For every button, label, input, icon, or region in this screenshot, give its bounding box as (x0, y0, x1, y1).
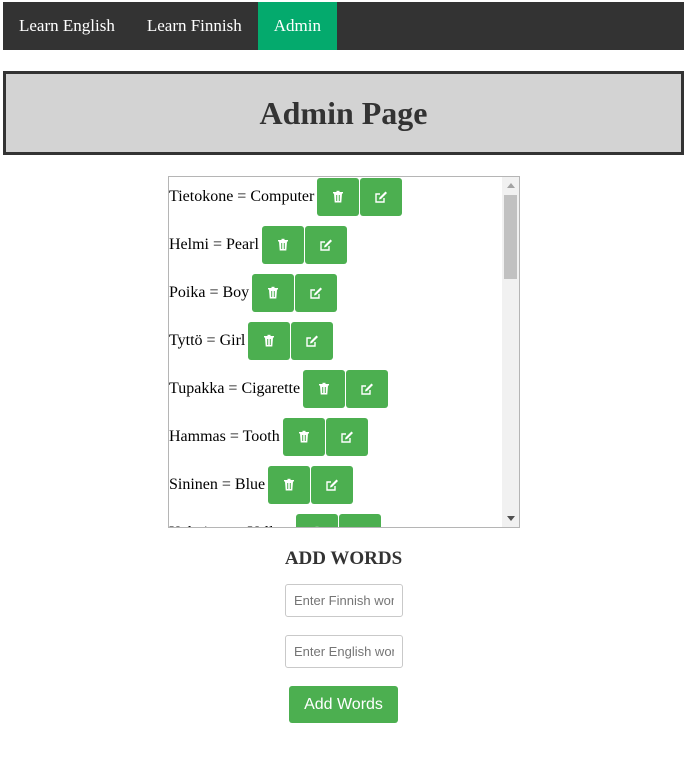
edit-word-button[interactable] (304, 226, 347, 264)
nav-learn-english[interactable]: Learn English (3, 2, 131, 50)
word-list[interactable]: Tietokone = Computer Helmi = Pearl Poika =… (168, 176, 520, 528)
word-row: Tietokone = Computer (169, 178, 502, 216)
delete-word-button[interactable] (252, 274, 295, 312)
trash-icon (262, 334, 276, 348)
trash-icon (317, 382, 331, 396)
word-row: Helmi = Pearl (169, 226, 502, 264)
delete-word-button[interactable] (261, 226, 304, 264)
edit-icon (325, 478, 339, 492)
edit-icon (353, 526, 367, 527)
finnish-word-input[interactable] (285, 584, 403, 617)
word-pair-text: Tietokone = Computer (169, 188, 315, 205)
word-pair-text: Keltainen = Yellow (169, 524, 296, 527)
edit-icon (360, 382, 374, 396)
nav-admin[interactable]: Admin (257, 2, 337, 50)
page-header: Admin Page (3, 71, 684, 155)
edit-word-button[interactable] (311, 466, 354, 504)
scroll-up-arrow-icon[interactable] (507, 183, 515, 188)
edit-icon (374, 190, 388, 204)
word-pair-text: Helmi = Pearl (169, 236, 259, 253)
english-word-input[interactable] (285, 635, 403, 668)
edit-icon (305, 334, 319, 348)
nav-learn-finnish[interactable]: Learn Finnish (131, 2, 258, 50)
edit-word-button[interactable] (339, 514, 382, 527)
word-list-content: Tietokone = Computer Helmi = Pearl Poika =… (169, 177, 502, 527)
scroll-thumb[interactable] (504, 195, 517, 279)
edit-word-button[interactable] (360, 178, 403, 216)
word-pair-text: Sininen = Blue (169, 476, 266, 493)
add-words-button[interactable]: Add Words (289, 686, 398, 723)
add-words-title: ADD WORDS (284, 548, 403, 569)
trash-icon (331, 190, 345, 204)
trash-icon (297, 430, 311, 444)
edit-word-button[interactable] (291, 322, 334, 360)
word-row: Poika = Boy (169, 274, 502, 312)
trash-icon (282, 478, 296, 492)
word-row: Tyttö = Girl (169, 322, 502, 360)
word-row: Sininen = Blue (169, 466, 502, 504)
top-nav: Learn English Learn Finnish Admin (3, 2, 684, 50)
delete-word-button[interactable] (303, 370, 346, 408)
word-pair-text: Poika = Boy (169, 284, 250, 301)
word-row: Keltainen = Yellow (169, 514, 502, 527)
trash-icon (276, 238, 290, 252)
word-row: Tupakka = Cigarette (169, 370, 502, 408)
delete-word-button[interactable] (268, 466, 311, 504)
word-list-scrollbar[interactable] (502, 177, 519, 527)
word-row: Hammas = Tooth (169, 418, 502, 456)
edit-icon (340, 430, 354, 444)
scroll-down-arrow-icon[interactable] (507, 516, 515, 521)
edit-icon (309, 286, 323, 300)
edit-word-button[interactable] (295, 274, 338, 312)
delete-word-button[interactable] (282, 418, 325, 456)
edit-word-button[interactable] (346, 370, 389, 408)
delete-word-button[interactable] (296, 514, 339, 527)
page-title: Admin Page (259, 94, 428, 131)
word-pair-text: Tyttö = Girl (169, 332, 246, 349)
edit-word-button[interactable] (325, 418, 368, 456)
delete-word-button[interactable] (248, 322, 291, 360)
trash-icon (266, 286, 280, 300)
trash-icon (310, 526, 324, 527)
word-pair-text: Hammas = Tooth (169, 428, 280, 445)
delete-word-button[interactable] (317, 178, 360, 216)
word-pair-text: Tupakka = Cigarette (169, 380, 301, 397)
edit-icon (319, 238, 333, 252)
